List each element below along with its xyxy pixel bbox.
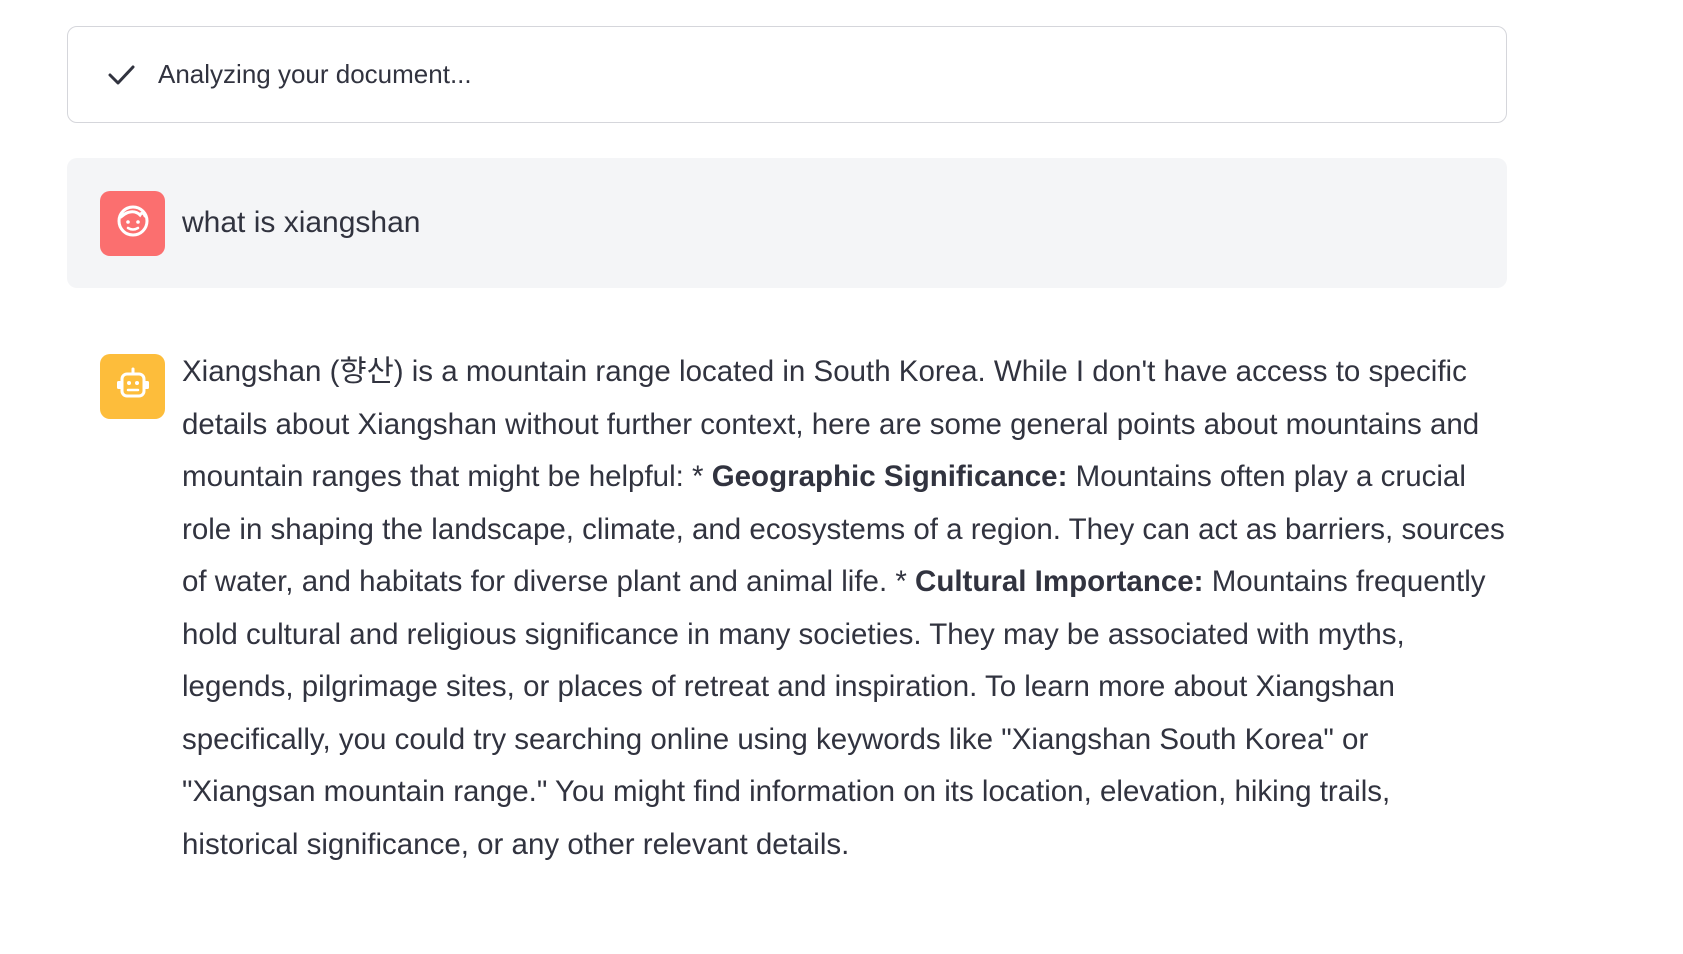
message-segment: Mountains frequently hold cultural and r…: [182, 565, 1486, 861]
assistant-avatar: [100, 354, 165, 419]
user-message: what is xiangshan: [67, 158, 1507, 288]
check-icon: [106, 60, 136, 90]
chat-page: Analyzing your document... what is xiang…: [0, 0, 1683, 954]
message-bold-segment: Cultural Importance:: [915, 565, 1204, 598]
assistant-message: Xiangshan (향산) is a mountain range locat…: [67, 354, 1507, 871]
status-text: Analyzing your document...: [158, 59, 472, 89]
assistant-message-text: Xiangshan (향산) is a mountain range locat…: [182, 346, 1507, 871]
status-expander[interactable]: Analyzing your document...: [67, 26, 1507, 123]
robot-icon: [113, 364, 153, 409]
user-avatar: [100, 190, 165, 256]
user-face-icon: [113, 201, 153, 246]
message-bold-segment: Geographic Significance:: [711, 460, 1068, 493]
user-message-text: what is xiangshan: [182, 206, 421, 239]
